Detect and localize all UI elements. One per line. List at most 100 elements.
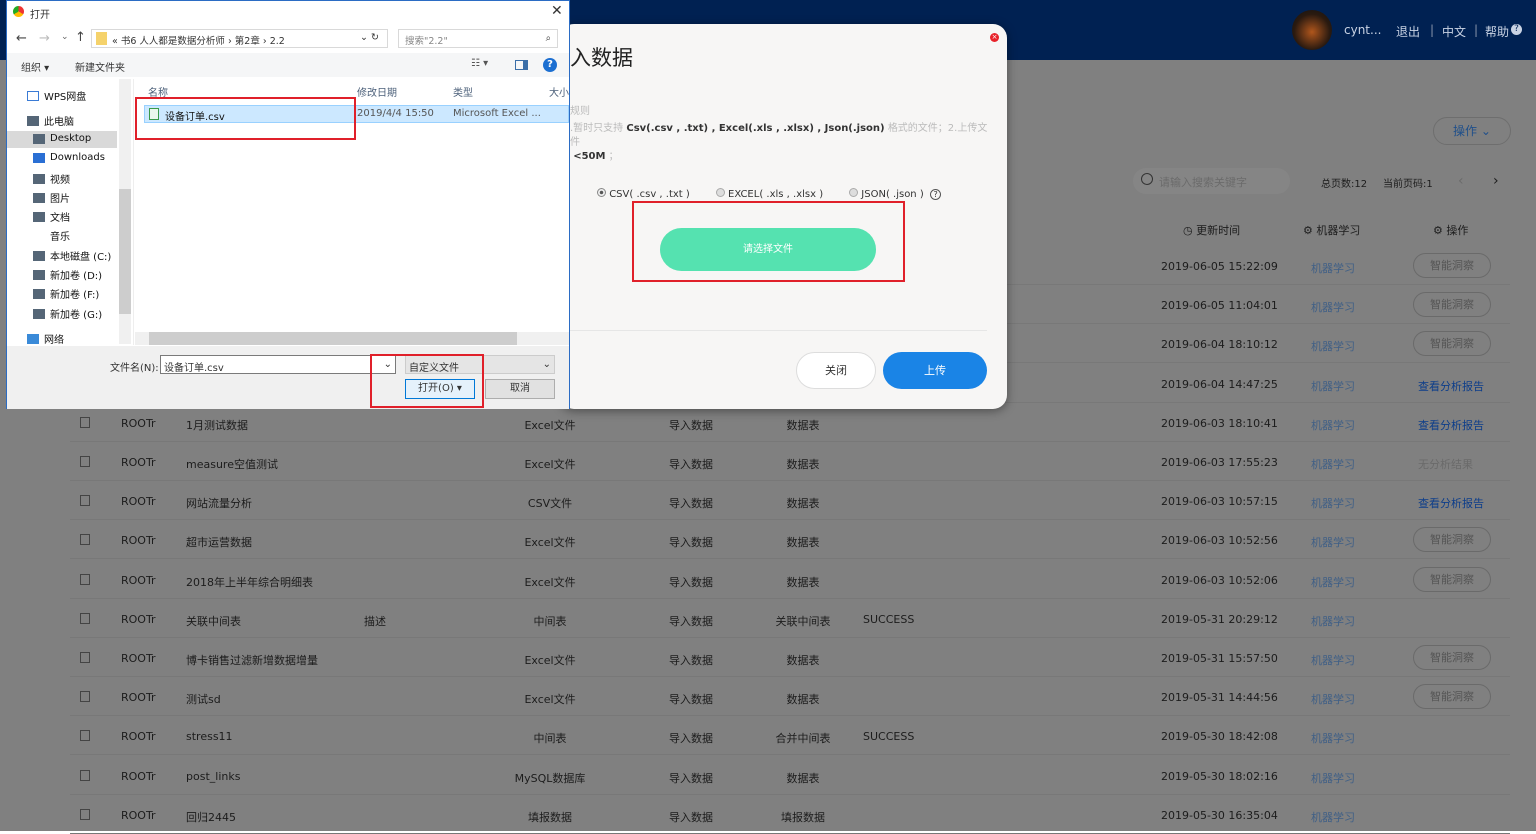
table-row[interactable]: ROOTr 测试sd 2019-05-31 14:44:56 Excel文件 导入数据数…: [70, 677, 1510, 717]
column-header-time[interactable]: ◷ 更新时间: [1183, 222, 1240, 238]
table-row[interactable]: ROOTr 博卡销售过滤新增数据增量 2019-05-31 15:57:50 Exce…: [70, 638, 1510, 677]
ml-link[interactable]: 机器学习: [1311, 299, 1355, 315]
ml-link[interactable]: 机器学习: [1311, 691, 1355, 707]
nav-item-downloads[interactable]: Downloads: [33, 152, 105, 163]
row-checkbox[interactable]: [80, 808, 90, 820]
row-checkbox[interactable]: [80, 612, 90, 624]
nav-item-drive[interactable]: 本地磁盘 (C:): [33, 248, 111, 263]
nav-item-cloud[interactable]: WPS网盘: [27, 88, 86, 103]
nav-item-desktop[interactable]: Desktop: [33, 133, 91, 144]
drive-icon: [33, 308, 45, 319]
language-link[interactable]: 中文: [1442, 23, 1466, 40]
up-icon[interactable]: ↑: [75, 30, 86, 45]
nav-item-drive[interactable]: 新加卷 (F:): [33, 286, 99, 301]
nav-item-pictures[interactable]: 图片: [33, 190, 70, 205]
row-action[interactable]: 智能洞察: [1413, 292, 1491, 318]
horizontal-scrollbar[interactable]: [135, 332, 569, 345]
row-checkbox[interactable]: [80, 691, 90, 703]
table-row[interactable]: ROOTr 网站流量分析 2019-06-03 10:57:15 CSV文件 导入数据数…: [70, 481, 1510, 521]
ml-link[interactable]: 机器学习: [1311, 417, 1355, 433]
table-row[interactable]: ROOTr 关联中间表 描述 SUCCESS 2019-05-31 20:29:12 中间…: [70, 599, 1510, 638]
ml-link[interactable]: 机器学习: [1311, 613, 1355, 629]
ml-link[interactable]: 机器学习: [1311, 770, 1355, 786]
search-input[interactable]: 请输入搜索关键字: [1133, 168, 1290, 194]
nav-item-drive[interactable]: 新加卷 (G:): [33, 306, 102, 321]
cancel-button[interactable]: 取消: [485, 379, 555, 399]
logout-link[interactable]: 退出: [1396, 23, 1420, 40]
table-row[interactable]: ROOTr 回归2445 2019-05-30 16:35:04 填报数据 导入数据 填报…: [70, 795, 1510, 834]
forward-icon[interactable]: →: [39, 31, 50, 46]
col-type[interactable]: 类型: [453, 84, 473, 99]
row-action[interactable]: 智能洞察: [1413, 331, 1491, 357]
help-icon[interactable]: ?: [543, 58, 557, 72]
row-action[interactable]: 智能洞察: [1413, 253, 1491, 278]
nav-item-network[interactable]: 网络: [27, 331, 64, 346]
ml-link[interactable]: 机器学习: [1311, 260, 1355, 276]
ml-link[interactable]: 机器学习: [1311, 809, 1355, 825]
row-action[interactable]: 查看分析报告: [1418, 378, 1484, 394]
table-row[interactable]: ROOTr 超市运营数据 2019-06-03 10:52:56 Excel文件 导入数…: [70, 520, 1510, 560]
help-link[interactable]: 帮助: [1485, 23, 1509, 40]
back-icon[interactable]: ←: [16, 31, 27, 46]
upload-button[interactable]: 上传: [883, 352, 987, 389]
ml-link[interactable]: 机器学习: [1311, 495, 1355, 511]
column-header-ml[interactable]: ⚙ 机器学习: [1303, 222, 1360, 238]
row-action[interactable]: 智能洞察: [1413, 527, 1491, 553]
help-icon[interactable]: ?: [1511, 24, 1522, 35]
row-checkbox[interactable]: [80, 416, 90, 428]
table-row[interactable]: ROOTr 2018年上半年综合明细表 2019-06-03 10:52:06 Exc…: [70, 560, 1510, 599]
row-action[interactable]: 查看分析报告: [1418, 495, 1484, 511]
row-checkbox[interactable]: [80, 495, 90, 507]
new-folder-button[interactable]: 新建文件夹: [75, 59, 125, 74]
table-row[interactable]: ROOTr stress11 SUCCESS 2019-05-30 18:42:08 中…: [70, 716, 1510, 756]
row-checkbox[interactable]: [80, 456, 90, 467]
organize-menu[interactable]: 组织 ▾: [21, 59, 49, 74]
nav-item-music[interactable]: 音乐: [33, 228, 70, 243]
ml-link[interactable]: 机器学习: [1311, 338, 1355, 354]
radio-json[interactable]: JSON( .json ) ?: [849, 188, 942, 200]
close-icon[interactable]: ✕: [551, 3, 563, 19]
row-action[interactable]: 智能洞察: [1413, 645, 1491, 670]
cell-owner: ROOTr: [121, 456, 156, 469]
nav-item-computer[interactable]: 此电脑: [27, 113, 74, 128]
filename-input[interactable]: 设备订单.csv ⌄: [160, 355, 396, 374]
row-checkbox[interactable]: [80, 534, 90, 546]
next-page-button[interactable]: ›: [1493, 173, 1499, 189]
address-bar[interactable]: « 书6 人人都是数据分析师 › 第2章 › 2.2 ⌄ ↻: [91, 29, 388, 48]
row-checkbox[interactable]: [80, 573, 90, 585]
table-row[interactable]: ROOTr measure空值测试 2019-06-03 17:55:23 Excel…: [70, 442, 1510, 481]
row-action[interactable]: 智能洞察: [1413, 566, 1491, 592]
row-action[interactable]: 智能洞察: [1413, 684, 1491, 710]
ml-link[interactable]: 机器学习: [1311, 456, 1355, 472]
recent-dropdown-icon[interactable]: ⌄: [61, 32, 69, 42]
row-checkbox[interactable]: [80, 652, 90, 663]
preview-pane-icon[interactable]: [515, 60, 528, 70]
dialog-search-input[interactable]: 搜索"2.2" ⌕: [398, 29, 558, 48]
col-date[interactable]: 修改日期: [357, 84, 397, 99]
ml-link[interactable]: 机器学习: [1311, 534, 1355, 550]
row-checkbox[interactable]: [80, 769, 90, 781]
close-button[interactable]: 关闭: [796, 352, 876, 389]
row-checkbox[interactable]: [80, 730, 90, 742]
avatar[interactable]: [1292, 10, 1332, 50]
radio-csv[interactable]: CSV( .csv , .txt ): [597, 188, 690, 200]
column-header-action[interactable]: ⚙ 操作: [1433, 222, 1468, 238]
cell-time: 2019-06-05 15:22:09: [1161, 260, 1278, 273]
nav-item-documents[interactable]: 文档: [33, 209, 70, 224]
username[interactable]: cynt...: [1344, 23, 1381, 37]
action-dropdown-button[interactable]: 操作 ⌄: [1433, 117, 1511, 145]
nav-item-video[interactable]: 视频: [33, 171, 70, 186]
ml-link[interactable]: 机器学习: [1311, 574, 1355, 590]
view-options-icon[interactable]: ☷ ▾: [471, 58, 488, 69]
ml-link[interactable]: 机器学习: [1311, 378, 1355, 394]
nav-item-drive[interactable]: 新加卷 (D:): [33, 267, 102, 282]
row-action[interactable]: 查看分析报告: [1418, 417, 1484, 433]
radio-excel[interactable]: EXCEL( .xls , .xlsx ): [715, 188, 823, 200]
ml-link[interactable]: 机器学习: [1311, 652, 1355, 668]
col-size[interactable]: 大小: [549, 84, 569, 99]
close-icon[interactable]: ×: [990, 33, 999, 42]
prev-page-button[interactable]: ‹: [1458, 173, 1464, 189]
table-row[interactable]: ROOTr post_links 2019-05-30 18:02:16 MySQL数…: [70, 756, 1510, 795]
ml-link[interactable]: 机器学习: [1311, 730, 1355, 746]
cell-name: 博卡销售过滤新增数据增量: [186, 654, 318, 667]
